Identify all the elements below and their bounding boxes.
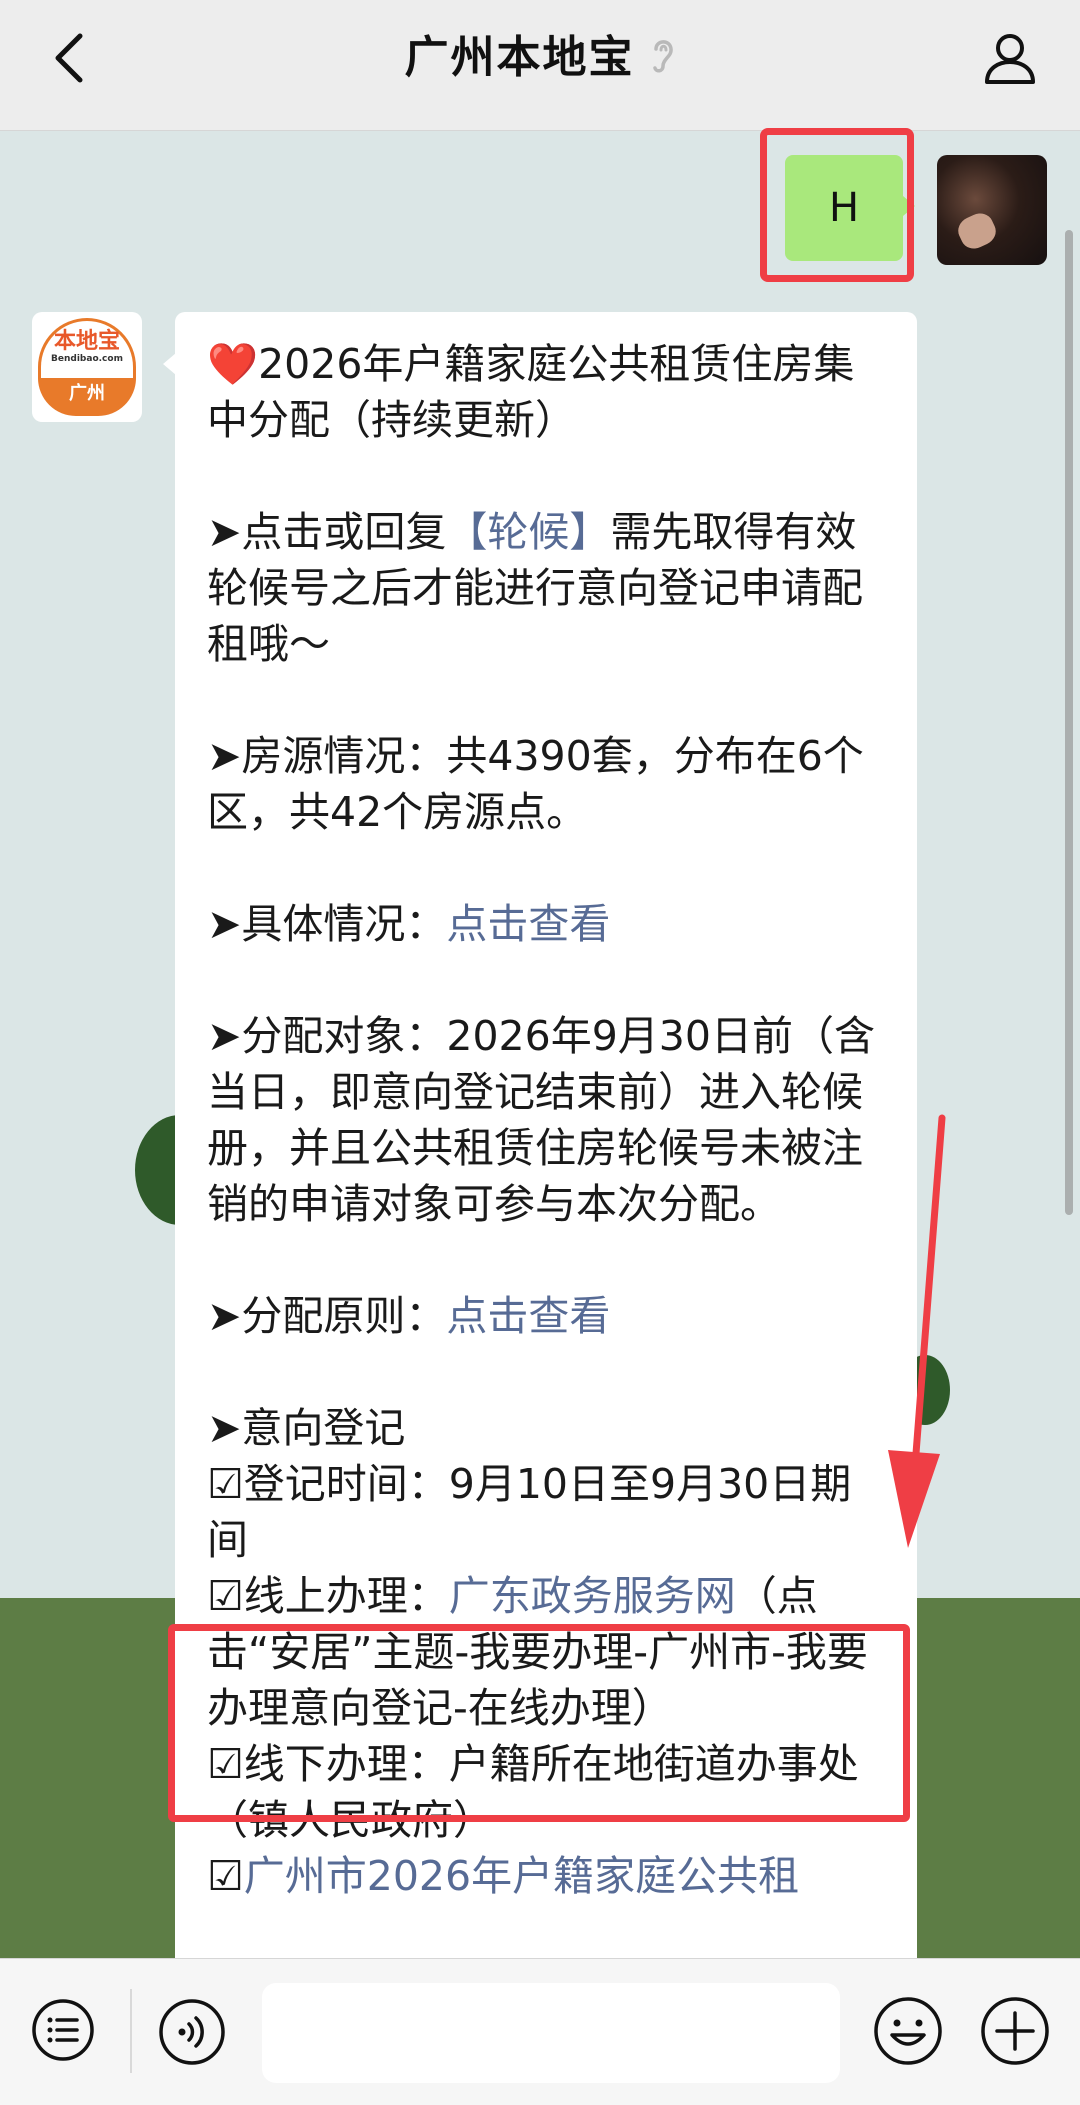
annotation-arrow xyxy=(888,1114,946,1548)
profile-button[interactable] xyxy=(980,28,1040,88)
page-title: 广州本地宝 xyxy=(404,32,635,83)
details-link[interactable]: 点击查看 xyxy=(446,900,610,948)
voice-icon xyxy=(159,1999,225,2065)
menu-button[interactable] xyxy=(30,1997,96,2063)
item-registration-title: ➤意向登记 xyxy=(207,1404,406,1452)
smiley-icon xyxy=(874,1997,942,2065)
item-principle-prefix: ➤分配原则： xyxy=(207,1292,447,1340)
heart-emoji: ❤️ xyxy=(207,340,259,388)
message-heading: ❤️2026年户籍家庭公共租赁住房集中分配（持续更新） xyxy=(207,336,887,448)
item-queue: ➤点击或回复【轮候】需先取得有效轮候号之后才能进行意向登记申请配租哦～ xyxy=(207,504,887,672)
online-prefix: ☑线上办理： xyxy=(207,1572,449,1620)
avatar-hand xyxy=(953,208,1001,254)
message-input[interactable] xyxy=(262,1983,840,2083)
official-account-avatar[interactable]: 本地宝 Bendibao.com 广州 xyxy=(32,312,142,422)
highlight-box-online xyxy=(168,1624,910,1822)
user-avatar[interactable] xyxy=(937,155,1047,265)
item-principle: ➤分配原则：点击查看 xyxy=(207,1288,887,1344)
logo-main-text: 本地宝 xyxy=(53,328,120,354)
plus-circle-icon xyxy=(981,1997,1049,2065)
title-wrap: 广州本地宝 xyxy=(0,28,1080,88)
principle-link[interactable]: 点击查看 xyxy=(446,1292,610,1340)
logo-sub-text: Bendibao.com xyxy=(51,354,123,364)
notice-link[interactable]: 广州市2026年户籍家庭公共租 xyxy=(244,1852,799,1900)
toolbar-divider xyxy=(130,1989,132,2073)
item-details-prefix: ➤具体情况： xyxy=(207,900,447,948)
highlight-box-sent xyxy=(760,128,914,282)
registration-time: ☑登记时间：9月10日至9月30日期间 xyxy=(207,1460,852,1564)
voice-button[interactable] xyxy=(157,1997,227,2067)
more-button[interactable] xyxy=(979,1995,1051,2067)
queue-link[interactable]: 【轮候】 xyxy=(446,508,610,556)
emoji-button[interactable] xyxy=(872,1995,944,2067)
heading-text: 2026年户籍家庭公共租赁住房集中分配（持续更新） xyxy=(207,340,855,444)
logo-city-text: 广州 xyxy=(38,378,136,416)
last-item: ☑广州市2026年户籍家庭公共租 xyxy=(207,1848,887,1904)
person-icon xyxy=(985,34,1035,84)
last-item-prefix: ☑ xyxy=(207,1852,244,1900)
item-housing: ➤房源情况：共4390套，分布在6个区，共42个房源点。 xyxy=(207,732,864,836)
top-bar: 广州本地宝 xyxy=(0,0,1080,131)
scrollbar[interactable] xyxy=(1065,230,1073,1215)
ear-icon xyxy=(650,35,676,100)
logo-top: 本地宝 Bendibao.com xyxy=(38,318,136,378)
gd-service-link[interactable]: 广东政务服务网 xyxy=(449,1572,736,1620)
input-toolbar xyxy=(0,1958,1080,2105)
item-details: ➤具体情况：点击查看 xyxy=(207,896,887,952)
menu-list-icon xyxy=(32,1999,94,2061)
item-target: ➤分配对象：2026年9月30日前（含当日，即意向登记结束前）进入轮候册，并且公… xyxy=(207,1012,875,1228)
item-queue-prefix: ➤点击或回复 xyxy=(207,508,447,556)
